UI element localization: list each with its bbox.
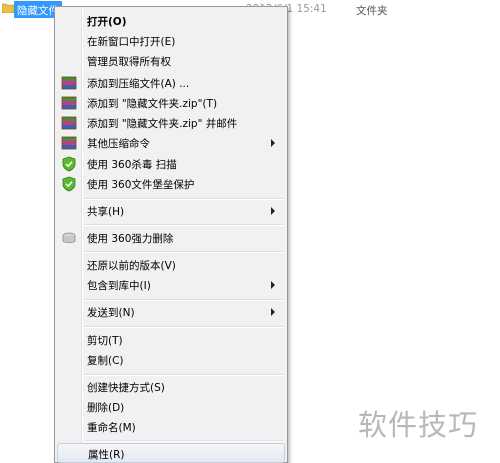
menu-item-label: 添加到 "隐藏文件夹.zip" 并邮件 [87,118,238,130]
menu-item-open-new-window[interactable]: 在新窗口中打开(E) [57,31,285,51]
menu-item-360-force-delete[interactable]: 使用 360强力删除 [57,228,285,248]
menu-item-label: 管理员取得所有权 [87,56,171,68]
menu-item-other-compress[interactable]: 其他压缩命令 [57,133,285,153]
menu-item-label: 使用 360文件堡垒保护 [87,179,195,191]
menu-item-360-scan[interactable]: 使用 360杀毒 扫描 [57,154,285,174]
menu-item-label: 使用 360强力删除 [87,233,174,245]
360-shield-icon [62,156,76,172]
menu-item-360-protect[interactable]: 使用 360文件堡垒保护 [57,174,285,194]
menu-separator [85,198,283,200]
submenu-arrow-icon [271,281,275,289]
winrar-icon [61,96,77,110]
menu-item-share[interactable]: 共享(H) [57,201,285,221]
menu-item-label: 创建快捷方式(S) [87,382,165,394]
context-menu: 打开(O) 在新窗口中打开(E) 管理员取得所有权 添加到压缩文件(A) ...… [54,6,288,463]
submenu-arrow-icon [271,139,275,147]
menu-item-add-to-zip[interactable]: 添加到 "隐藏文件夹.zip"(T) [57,93,285,113]
menu-item-label: 属性(R) [88,449,125,461]
menu-item-label: 其他压缩命令 [87,138,150,150]
menu-item-add-to-zip-email[interactable]: 添加到 "隐藏文件夹.zip" 并邮件 [57,113,285,133]
folder-icon [2,3,14,13]
menu-item-rename[interactable]: 重命名(M) [57,417,285,437]
360-delete-icon [62,232,76,243]
menu-item-label: 添加到 "隐藏文件夹.zip"(T) [87,98,218,110]
menu-item-label: 还原以前的版本(V) [87,260,176,272]
watermark-text: 软件技巧 [358,408,479,442]
menu-item-label: 重命名(M) [87,422,136,434]
menu-item-create-shortcut[interactable]: 创建快捷方式(S) [57,377,285,397]
menu-item-label: 包含到库中(I) [87,280,151,292]
menu-separator [85,299,283,301]
menu-item-properties[interactable]: 属性(R) [57,443,285,463]
submenu-arrow-icon [271,308,275,316]
menu-item-label: 打开(O) [87,16,127,28]
menu-item-take-ownership[interactable]: 管理员取得所有权 [57,51,285,71]
menu-item-label: 共享(H) [87,206,125,218]
winrar-icon [61,136,77,150]
menu-separator [85,224,283,226]
menu-item-copy[interactable]: 复制(C) [57,350,285,370]
menu-item-send-to[interactable]: 发送到(N) [57,302,285,322]
menu-separator [85,326,283,328]
menu-item-label: 删除(D) [87,402,125,414]
menu-item-label: 复制(C) [87,355,124,367]
winrar-icon [61,116,77,130]
menu-separator [85,440,283,442]
menu-item-cut[interactable]: 剪切(T) [57,330,285,350]
menu-item-add-to-archive[interactable]: 添加到压缩文件(A) ... [57,73,285,93]
menu-item-restore-versions[interactable]: 还原以前的版本(V) [57,255,285,275]
menu-item-label: 使用 360杀毒 扫描 [87,159,177,171]
menu-item-open[interactable]: 打开(O) [57,11,285,31]
submenu-arrow-icon [271,207,275,215]
file-type: 文件夹 [356,5,388,17]
menu-item-include-in-library[interactable]: 包含到库中(I) [57,275,285,295]
menu-separator [85,374,283,376]
menu-item-label: 添加到压缩文件(A) ... [87,78,190,90]
winrar-icon [61,76,77,90]
menu-separator [85,251,283,253]
360-shield-icon [62,176,76,192]
menu-item-label: 在新窗口中打开(E) [87,36,176,48]
menu-item-label: 发送到(N) [87,307,135,319]
menu-item-label: 剪切(T) [87,335,123,347]
menu-item-delete[interactable]: 删除(D) [57,397,285,417]
